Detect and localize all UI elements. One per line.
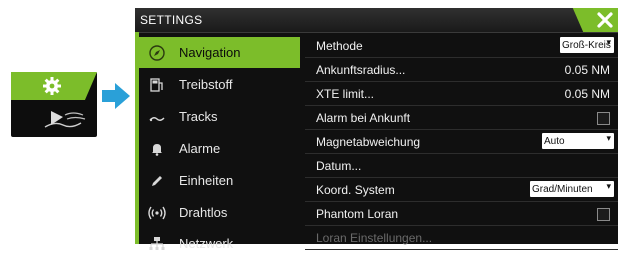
- setting-xte-limit[interactable]: XTE limit... 0.05 NM: [305, 82, 618, 106]
- alarm-checkbox[interactable]: [597, 112, 610, 125]
- arrow-right-icon: [102, 83, 130, 109]
- setting-magnetabweichung[interactable]: Magnetabweichung Auto ▾: [305, 130, 618, 154]
- menu-item-label: Drahtlos: [179, 205, 228, 220]
- magnetabweichung-dropdown[interactable]: Auto ▾: [542, 133, 614, 149]
- menu-item-navigation[interactable]: Navigation: [139, 37, 300, 68]
- koord-system-dropdown[interactable]: Grad/Minuten ▾: [530, 181, 614, 197]
- menu-item-tracks[interactable]: Tracks: [139, 101, 300, 132]
- setting-label: Ankunftsradius...: [316, 63, 406, 77]
- setting-label: Koord. System: [316, 183, 395, 197]
- setting-datum[interactable]: Datum...: [305, 154, 618, 178]
- menu-item-treibstoff[interactable]: Treibstoff: [139, 69, 300, 100]
- setting-phantom-loran[interactable]: Phantom Loran: [305, 202, 618, 226]
- wireless-icon: [148, 206, 166, 219]
- menu-item-drahtlos[interactable]: Drahtlos: [139, 197, 300, 228]
- setting-methode[interactable]: Methode Groß-Kreis ▾: [305, 34, 618, 58]
- settings-app-tile[interactable]: [11, 72, 97, 137]
- setting-value: 0.05 NM: [564, 63, 610, 77]
- tracks-icon: [149, 116, 165, 121]
- setting-label: Loran Einstellungen...: [316, 231, 433, 245]
- setting-label: Phantom Loran: [316, 207, 399, 221]
- bell-icon: [152, 143, 162, 156]
- dropdown-value: Grad/Minuten: [532, 183, 593, 195]
- menu-item-label: Alarme: [179, 141, 221, 156]
- settings-menu: Navigation Treibstoff Tracks Alarme Einh…: [135, 32, 300, 251]
- setting-loran-einstellungen[interactable]: Loran Einstellungen...: [305, 226, 618, 250]
- setting-label: Datum...: [316, 159, 362, 173]
- setting-alarm-bei-ankunft[interactable]: Alarm bei Ankunft: [305, 106, 618, 130]
- methode-dropdown[interactable]: Groß-Kreis ▾: [560, 37, 614, 53]
- navigation-icon: [149, 44, 165, 61]
- setting-label: XTE limit...: [316, 87, 375, 101]
- menu-item-label: Treibstoff: [179, 77, 233, 92]
- menu-item-label: Tracks: [179, 109, 218, 124]
- window-title: SETTINGS: [140, 13, 203, 27]
- pencil-icon: [152, 175, 162, 186]
- menu-item-label: Navigation: [179, 45, 241, 60]
- title-bar: SETTINGS: [135, 8, 618, 33]
- menu-item-einheiten[interactable]: Einheiten: [139, 165, 300, 196]
- settings-list: Methode Groß-Kreis ▾ Ankunftsradius... 0…: [305, 32, 618, 250]
- setting-label: Magnetabweichung: [316, 135, 421, 149]
- setting-value: 0.05 NM: [564, 87, 610, 101]
- fuel-icon: [150, 77, 163, 92]
- close-icon[interactable]: [596, 11, 614, 29]
- settings-window: SETTINGS Navigation Treibstoff Tracks Al…: [135, 8, 618, 251]
- chevron-down-icon: ▾: [606, 133, 611, 143]
- gear-icon: [43, 77, 61, 95]
- boat-settings-icon: [44, 111, 86, 128]
- setting-koord-system[interactable]: Koord. System Grad/Minuten ▾: [305, 178, 618, 202]
- menu-item-label: Einheiten: [179, 173, 234, 188]
- dropdown-value: Auto: [544, 135, 565, 147]
- menu-item-alarme[interactable]: Alarme: [139, 133, 300, 164]
- setting-label: Methode: [316, 39, 363, 53]
- phantom-loran-checkbox[interactable]: [597, 208, 610, 221]
- dropdown-value: Groß-Kreis: [562, 39, 611, 51]
- setting-ankunftsradius[interactable]: Ankunftsradius... 0.05 NM: [305, 58, 618, 82]
- setting-label: Alarm bei Ankunft: [316, 111, 411, 125]
- chevron-down-icon: ▾: [606, 181, 611, 191]
- chevron-down-icon: ▾: [606, 37, 611, 47]
